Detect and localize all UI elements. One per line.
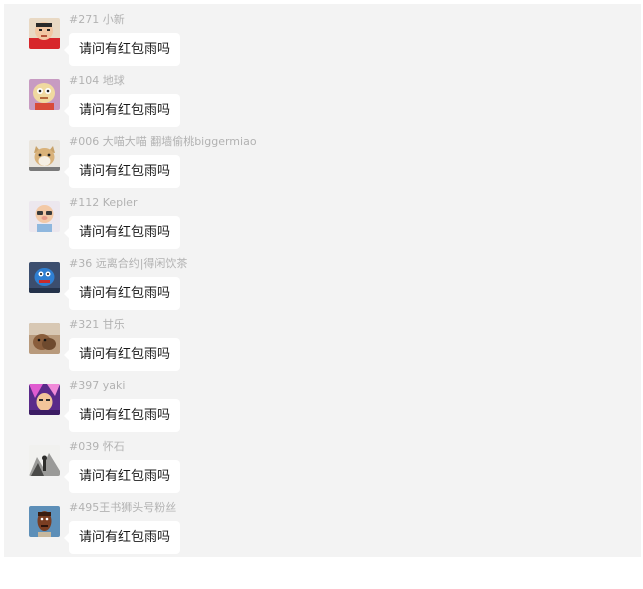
message-bubble[interactable]: 请问有红包雨吗 <box>63 94 181 127</box>
crayon-shinchan-avatar-icon[interactable] <box>29 18 60 49</box>
chat-message: #104 地球 请问有红包雨吗 <box>29 69 629 130</box>
blue-creature-avatar-icon[interactable] <box>29 262 60 293</box>
cartoon-face-avatar-icon[interactable] <box>29 506 60 537</box>
dog-photo-avatar-icon[interactable] <box>29 323 60 354</box>
cartoon-pig-avatar-icon[interactable] <box>29 201 60 232</box>
sender-name: #039 怀石 <box>69 440 125 453</box>
ink-landscape-avatar-icon[interactable] <box>29 445 60 476</box>
message-bubble[interactable]: 请问有红包雨吗 <box>63 277 181 310</box>
chat-message: #321 甘乐 请问有红包雨吗 <box>29 313 629 374</box>
chat-message: #112 Kepler 请问有红包雨吗 <box>29 191 629 252</box>
chat-message: #271 小新 请问有红包雨吗 <box>29 8 629 69</box>
sender-name: #36 远离合约|得闲饮茶 <box>69 257 188 270</box>
chat-message: #006 大喵大喵 翻墙偷桃biggermiao 请问有红包雨吗 <box>29 130 629 191</box>
chat-message: #397 yaki 请问有红包雨吗 <box>29 374 629 435</box>
chat-message: #495王书狮头号粉丝 请问有红包雨吗 <box>29 496 629 557</box>
sender-name: #006 大喵大喵 翻墙偷桃biggermiao <box>69 135 257 148</box>
sender-name: #397 yaki <box>69 379 126 392</box>
message-bubble[interactable]: 请问有红包雨吗 <box>63 521 181 554</box>
sender-name: #495王书狮头号粉丝 <box>69 501 177 514</box>
chat-message-list[interactable]: #271 小新 请问有红包雨吗 #104 地球 请问有红包雨吗 #006 大喵大… <box>4 4 641 557</box>
message-bubble[interactable]: 请问有红包雨吗 <box>63 460 181 493</box>
chat-message: #039 怀石 请问有红包雨吗 <box>29 435 629 496</box>
sender-name: #104 地球 <box>69 74 125 87</box>
anime-hero-avatar-icon[interactable] <box>29 384 60 415</box>
message-bubble[interactable]: 请问有红包雨吗 <box>63 33 181 66</box>
sender-name: #112 Kepler <box>69 196 138 209</box>
cartoon-baby-avatar-icon[interactable] <box>29 79 60 110</box>
sender-name: #321 甘乐 <box>69 318 125 331</box>
message-bubble[interactable]: 请问有红包雨吗 <box>63 399 181 432</box>
sender-name: #271 小新 <box>69 13 125 26</box>
chat-message: #36 远离合约|得闲饮茶 请问有红包雨吗 <box>29 252 629 313</box>
message-bubble[interactable]: 请问有红包雨吗 <box>63 338 181 371</box>
message-bubble[interactable]: 请问有红包雨吗 <box>63 216 181 249</box>
cat-avatar-icon[interactable] <box>29 140 60 171</box>
message-bubble[interactable]: 请问有红包雨吗 <box>63 155 181 188</box>
